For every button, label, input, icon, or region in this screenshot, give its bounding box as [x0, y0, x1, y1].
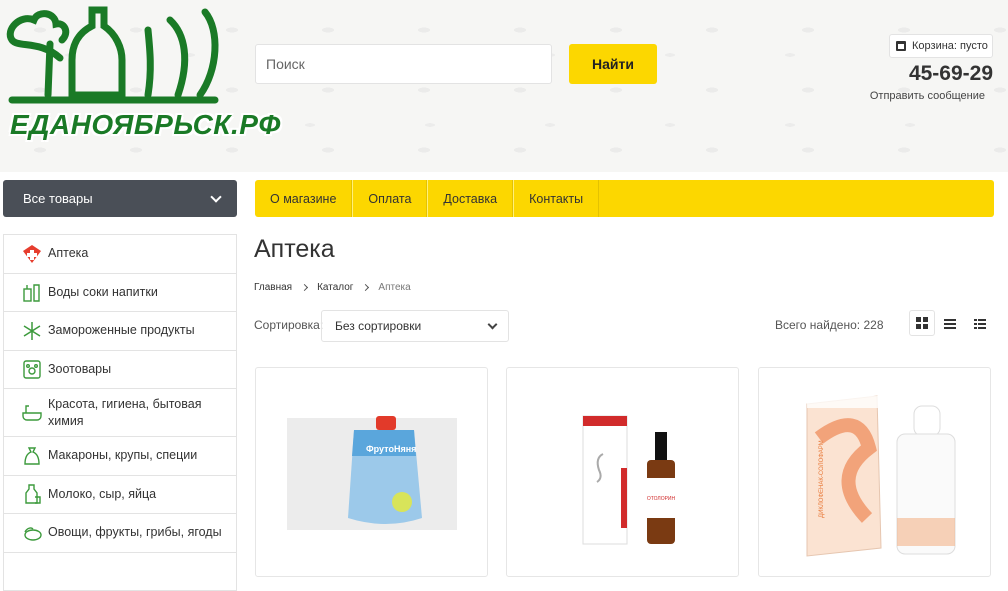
category-label: Макароны, крупы, специи	[48, 447, 197, 464]
category-item-more[interactable]	[4, 553, 236, 591]
product-card[interactable]: ФрутоНяня	[255, 367, 488, 577]
category-item-groceries[interactable]: Макароны, крупы, специи	[4, 437, 236, 476]
category-item-drinks[interactable]: Воды соки напитки	[4, 274, 236, 313]
category-label: Овощи, фрукты, грибы, ягоды	[48, 524, 222, 541]
bathtub-icon	[19, 400, 44, 425]
page-title: Аптека	[254, 235, 335, 264]
logo-text: ЕДАНОЯБРЬСК.РФ	[10, 109, 281, 141]
chevron-right-icon	[362, 284, 369, 291]
product-label: ДИКЛОФЕНАК-СОЛОФАРМ	[819, 440, 825, 518]
breadcrumb: Главная Каталог Аптека	[254, 282, 411, 293]
chevron-down-icon	[488, 320, 498, 330]
menu-item-contacts[interactable]: Контакты	[513, 180, 599, 217]
category-item-dairy[interactable]: Молоко, сыр, яйца	[4, 476, 236, 515]
site-logo[interactable]: ЕДАНОЯБРЬСК.РФ	[0, 0, 240, 160]
product-label: ОТОЛОРИН	[647, 496, 676, 502]
sort-value: Без сортировки	[335, 319, 421, 333]
snowflake-icon	[19, 318, 44, 343]
category-item-pets[interactable]: Зоотовары	[4, 351, 236, 390]
search-input[interactable]	[255, 44, 552, 84]
pharmacy-icon	[19, 241, 44, 266]
top-menu: О магазине Оплата Доставка Контакты	[255, 180, 994, 217]
category-item-vegetables[interactable]: Овощи, фрукты, грибы, ягоды	[4, 514, 236, 553]
grid-view-button[interactable]	[909, 310, 935, 336]
product-card[interactable]: ДИКЛОФЕНАК-СОЛОФАРМ	[758, 367, 991, 577]
list-icon	[944, 317, 956, 329]
grid-icon	[916, 317, 928, 329]
menu-item-delivery[interactable]: Доставка	[427, 180, 513, 217]
vegetables-icon	[19, 520, 44, 545]
category-label: Красота, гигиена, бытовая химия	[48, 396, 236, 430]
category-item-frozen[interactable]: Замороженные продукты	[4, 312, 236, 351]
found-label: Всего найдено:	[775, 318, 860, 332]
sack-icon	[19, 443, 44, 468]
sort-select[interactable]: Без сортировки	[321, 310, 509, 342]
category-label: Молоко, сыр, яйца	[48, 486, 156, 503]
paw-icon	[19, 357, 44, 382]
product-card[interactable]: ОТОЛОРИН	[506, 367, 739, 577]
drinks-icon	[19, 280, 44, 305]
all-goods-label: Все товары	[23, 191, 93, 206]
compact-list-icon	[974, 317, 986, 329]
product-label: ФрутоНяня	[366, 444, 416, 454]
category-item-beauty[interactable]: Красота, гигиена, бытовая химия	[4, 389, 236, 437]
product-image-ear-drops: ОТОЛОРИН	[507, 368, 739, 568]
cart-button[interactable]: Корзина: пусто	[889, 34, 993, 58]
product-image-eye-drops: ДИКЛОФЕНАК-СОЛОФАРМ	[759, 368, 991, 568]
found-number: 228	[863, 318, 883, 332]
breadcrumb-current: Аптека	[378, 282, 410, 293]
breadcrumb-home[interactable]: Главная	[254, 282, 292, 293]
phone-number[interactable]: 45-69-29	[909, 62, 993, 86]
breadcrumb-catalog[interactable]: Каталог	[317, 282, 353, 293]
category-item-pharmacy[interactable]: Аптека	[4, 235, 236, 274]
category-label: Замороженные продукты	[48, 322, 195, 339]
compact-list-view-button[interactable]	[967, 310, 993, 336]
found-count: Всего найдено: 228	[775, 318, 884, 332]
cart-icon	[896, 41, 906, 51]
all-goods-dropdown[interactable]: Все товары	[3, 180, 237, 217]
menu-item-payment[interactable]: Оплата	[352, 180, 427, 217]
search-button[interactable]: Найти	[569, 44, 657, 84]
milk-icon	[19, 482, 44, 507]
product-image-baby-puree-pouch: ФрутоНяня	[256, 368, 488, 568]
list-view-button[interactable]	[937, 310, 963, 336]
category-label: Воды соки напитки	[48, 284, 158, 301]
category-label: Зоотовары	[48, 361, 111, 378]
category-list: Аптека Воды соки напитки Замороженные пр…	[3, 234, 237, 591]
cart-label: Корзина: пусто	[912, 40, 988, 52]
send-message-link[interactable]: Отправить сообщение	[870, 90, 985, 102]
chevron-right-icon	[301, 284, 308, 291]
category-label: Аптека	[48, 245, 88, 262]
chevron-down-icon	[210, 191, 221, 202]
sort-label: Сортировка:	[254, 318, 323, 332]
menu-item-about[interactable]: О магазине	[255, 180, 352, 217]
